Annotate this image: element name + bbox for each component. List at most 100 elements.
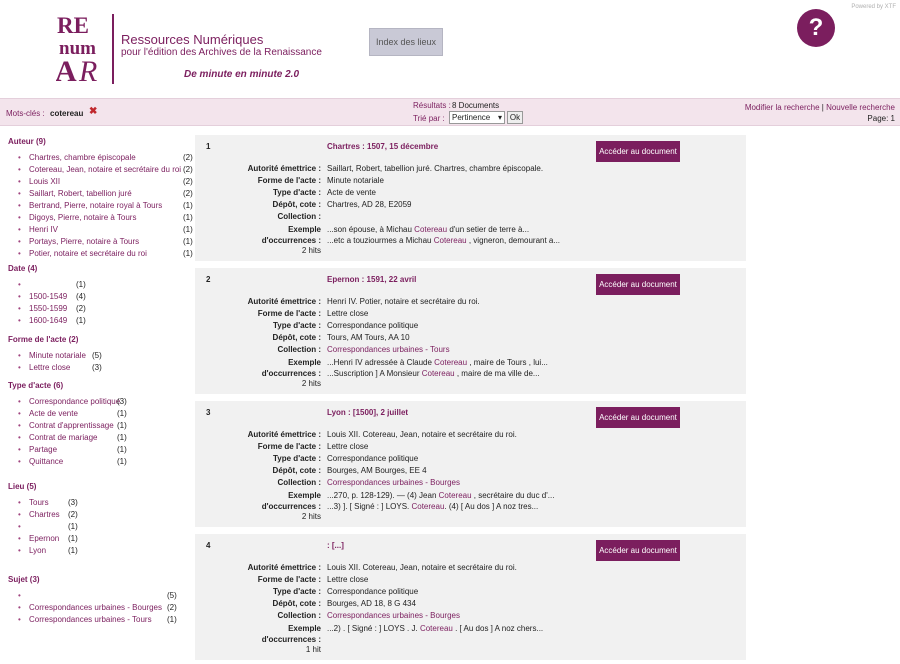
facet-item[interactable]: • 1500-1549 (4) bbox=[18, 292, 194, 304]
facet-item-label[interactable]: Partage bbox=[29, 445, 57, 454]
field-label-autorite: Autorité émettrice : bbox=[247, 297, 321, 306]
facet-item[interactable]: • Potier, notaire et secrétaire du roi (1) bbox=[18, 249, 194, 261]
facet-item[interactable]: • Portays, Pierre, notaire à Tours (1) bbox=[18, 237, 194, 249]
facet-item-label[interactable]: Digoys, Pierre, notaire à Tours bbox=[29, 213, 136, 222]
facet-item-label[interactable]: Correspondances urbaines - Bourges bbox=[29, 603, 162, 612]
facet-item[interactable]: • Minute notariale (5) bbox=[18, 351, 194, 363]
bullet-icon: • bbox=[18, 213, 21, 222]
facet-item-count: (1) bbox=[117, 433, 127, 442]
facet-item-label[interactable]: Portays, Pierre, notaire à Tours bbox=[29, 237, 139, 246]
modify-search-link[interactable]: Modifier la recherche bbox=[745, 103, 820, 112]
facet-item-label[interactable]: Bertrand, Pierre, notaire royal à Tours bbox=[29, 201, 162, 210]
facet-item-label[interactable]: Chartres, chambre épiscopale bbox=[29, 153, 136, 162]
facet-item[interactable]: • Contrat d'apprentissage (1) bbox=[18, 421, 194, 433]
facet-item-label[interactable]: Chartres bbox=[29, 510, 60, 519]
bullet-icon: • bbox=[18, 445, 21, 454]
facet-item[interactable]: • Lettre close (3) bbox=[18, 363, 194, 375]
facet-item-label[interactable]: Lettre close bbox=[29, 363, 70, 372]
sort-selected-value: Pertinence bbox=[452, 113, 491, 122]
field-value-collection[interactable]: Correspondances urbaines - Tours bbox=[327, 345, 450, 354]
facet-item[interactable]: • Lyon (1) bbox=[18, 546, 194, 558]
facet-item[interactable]: • Louis XII (2) bbox=[18, 177, 194, 189]
facet-item[interactable]: • (5) bbox=[18, 591, 194, 603]
facet-item[interactable]: • Epernon (1) bbox=[18, 534, 194, 546]
facet-item[interactable]: • (1) bbox=[18, 280, 194, 292]
facet-item-count: (2) bbox=[183, 189, 193, 198]
access-document-button[interactable]: Accéder au document bbox=[596, 540, 680, 561]
facet-item-label[interactable]: Lyon bbox=[29, 546, 46, 555]
result-title-link[interactable]: : [...] bbox=[327, 541, 344, 550]
field-value-type: Correspondance politique bbox=[327, 321, 419, 330]
facet-item[interactable]: • Correspondances urbaines - Tours (1) bbox=[18, 615, 194, 627]
field-value-collection[interactable]: Correspondances urbaines - Bourges bbox=[327, 611, 460, 620]
field-value-collection[interactable]: Correspondances urbaines - Bourges bbox=[327, 478, 460, 487]
facet-item-label[interactable]: 1500-1549 bbox=[29, 292, 67, 301]
sort-select[interactable]: Pertinence ▾ bbox=[449, 111, 505, 124]
facet-item-count: (4) bbox=[76, 292, 86, 301]
snippet-keyword: Cotereau bbox=[414, 225, 448, 234]
sort-ok-button[interactable]: Ok bbox=[507, 111, 523, 124]
result-title-link[interactable]: Lyon : [1500], 2 juillet bbox=[327, 408, 408, 417]
result-title-link[interactable]: Chartres : 1507, 15 décembre bbox=[327, 142, 438, 151]
facet-item-count: (3) bbox=[92, 363, 102, 372]
index-des-lieux-button[interactable]: Index des lieux bbox=[369, 28, 443, 56]
access-document-button[interactable]: Accéder au document bbox=[596, 274, 680, 295]
field-label-type: Type d'acte : bbox=[273, 321, 321, 330]
facet-item[interactable]: • Bertrand, Pierre, notaire royal à Tours… bbox=[18, 201, 194, 213]
help-icon[interactable]: ? bbox=[797, 9, 835, 47]
result-number: 1 bbox=[206, 142, 211, 151]
field-value-autorite: Saillart, Robert, tabellion juré. Chartr… bbox=[327, 164, 544, 173]
facet-item-label[interactable]: Potier, notaire et secrétaire du roi bbox=[29, 249, 147, 258]
facet-4: Lieu (5) • Tours (3) • Chartres (2) • (1) • Eperno… bbox=[8, 482, 188, 555]
facet-item-label[interactable]: Contrat de mariage bbox=[29, 433, 97, 442]
facet-item[interactable]: • Digoys, Pierre, notaire à Tours (1) bbox=[18, 213, 194, 225]
facet-item-label[interactable]: Acte de vente bbox=[29, 409, 78, 418]
facet-item[interactable]: • 1550-1599 (2) bbox=[18, 304, 194, 316]
facet-item-count: (1) bbox=[183, 225, 193, 234]
facet-item[interactable]: • Cotereau, Jean, notaire et secrétaire d… bbox=[18, 165, 194, 177]
facet-item-label[interactable]: Tours bbox=[29, 498, 49, 507]
snippet-post: , secrétaire du duc d'... bbox=[471, 491, 555, 500]
facet-item[interactable]: • Contrat de mariage (1) bbox=[18, 433, 194, 445]
facet-item[interactable]: • Partage (1) bbox=[18, 445, 194, 457]
facet-item-label[interactable]: Minute notariale bbox=[29, 351, 86, 360]
bullet-icon: • bbox=[18, 534, 21, 543]
field-label-exemple: Exemple bbox=[288, 358, 321, 367]
facet-item[interactable]: • Chartres (2) bbox=[18, 510, 194, 522]
facet-item-label[interactable]: Saillart, Robert, tabellion juré bbox=[29, 189, 132, 198]
facet-item[interactable]: • Correspondances urbaines - Bourges (2) bbox=[18, 603, 194, 615]
facet-item[interactable]: • Chartres, chambre épiscopale (2) bbox=[18, 153, 194, 165]
facet-item-label[interactable]: Contrat d'apprentissage bbox=[29, 421, 114, 430]
access-document-button[interactable]: Accéder au document bbox=[596, 407, 680, 428]
new-search-link[interactable]: Nouvelle recherche bbox=[826, 103, 895, 112]
field-label-depot: Dépôt, cote : bbox=[272, 333, 321, 342]
facet-item[interactable]: • Tours (3) bbox=[18, 498, 194, 510]
result-title-link[interactable]: Epernon : 1591, 22 avril bbox=[327, 275, 416, 284]
snippet-keyword: Cotereau bbox=[433, 236, 467, 245]
snippet-keyword: Cotereau bbox=[419, 624, 453, 633]
facet-item-label[interactable]: Correspondance politique bbox=[29, 397, 120, 406]
remove-keyword-icon[interactable]: ✖ bbox=[89, 106, 97, 117]
facet-item[interactable]: • Henri IV (1) bbox=[18, 225, 194, 237]
field-label-collection: Collection : bbox=[277, 345, 321, 354]
facet-2: Forme de l'acte (2) • Minute notariale (5) •… bbox=[8, 335, 188, 372]
facet-item[interactable]: • Quittance (1) bbox=[18, 457, 194, 469]
powered-by[interactable]: Powered by XTF bbox=[851, 4, 896, 10]
facet-item[interactable]: • Correspondance politique (3) bbox=[18, 397, 194, 409]
field-label-forme: Forme de l'acte : bbox=[257, 442, 321, 451]
facet-title: Auteur (9) bbox=[8, 137, 46, 146]
facet-item[interactable]: • Saillart, Robert, tabellion juré (2) bbox=[18, 189, 194, 201]
facet-item-label[interactable]: Epernon bbox=[29, 534, 59, 543]
facet-item-label[interactable]: 1600-1649 bbox=[29, 316, 67, 325]
renumar-logo[interactable]: RE num A R bbox=[56, 11, 114, 87]
facet-item-label[interactable]: Louis XII bbox=[29, 177, 60, 186]
facet-item-label[interactable]: Henri IV bbox=[29, 225, 58, 234]
facet-item-label[interactable]: 1550-1599 bbox=[29, 304, 67, 313]
facet-item[interactable]: • 1600-1649 (1) bbox=[18, 316, 194, 328]
facet-item[interactable]: • (1) bbox=[18, 522, 194, 534]
facet-item-label[interactable]: Cotereau, Jean, notaire et secrétaire du… bbox=[29, 165, 181, 174]
facet-item[interactable]: • Acte de vente (1) bbox=[18, 409, 194, 421]
facet-item-label[interactable]: Correspondances urbaines - Tours bbox=[29, 615, 152, 624]
access-document-button[interactable]: Accéder au document bbox=[596, 141, 680, 162]
facet-item-label[interactable]: Quittance bbox=[29, 457, 63, 466]
